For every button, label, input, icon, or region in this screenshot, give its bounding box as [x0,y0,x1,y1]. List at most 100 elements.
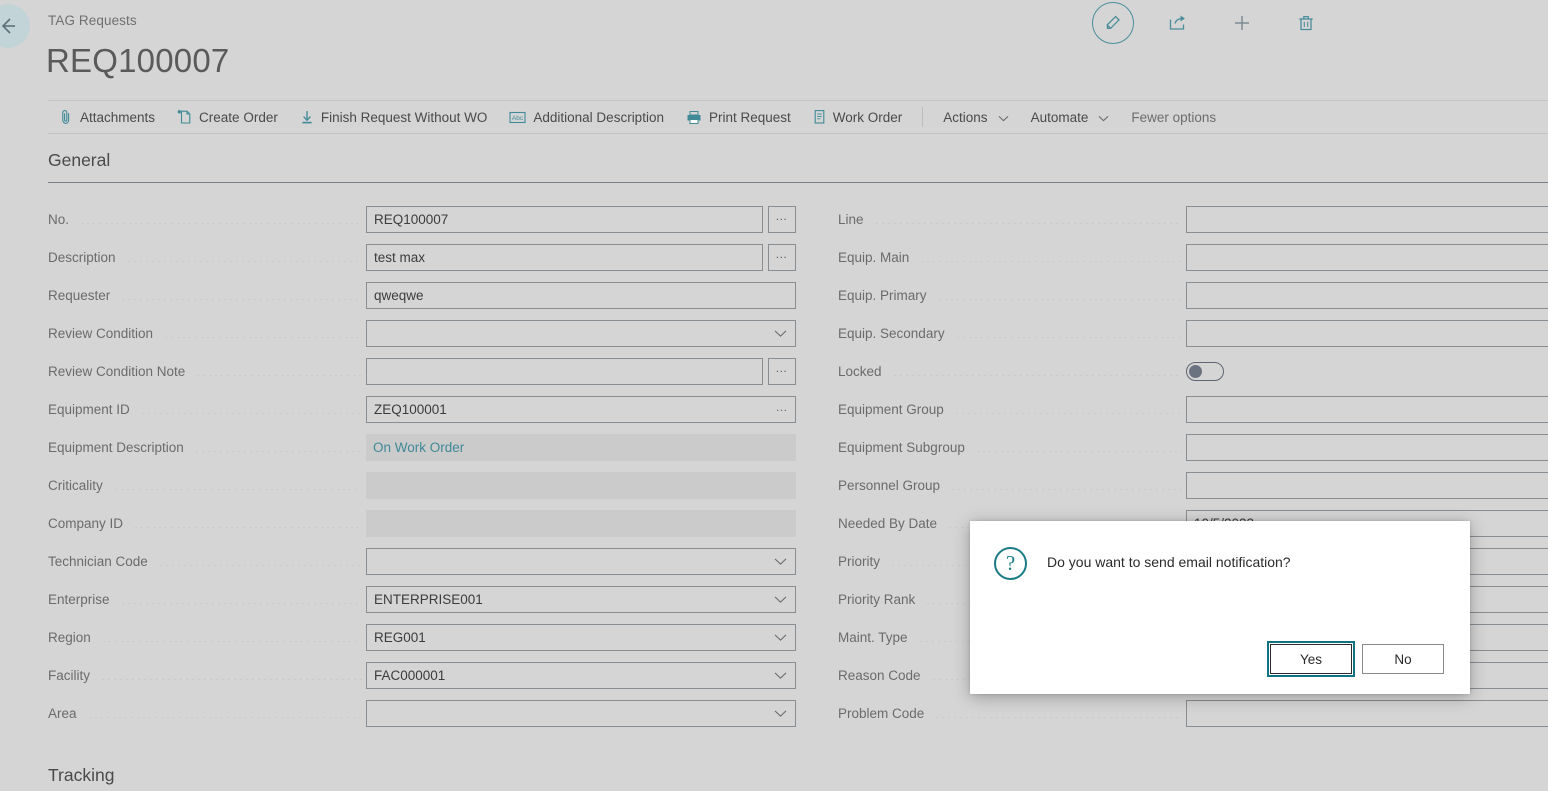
leader-dots [950,488,1182,490]
command-label: Print Request [708,109,791,125]
personnel-group-label: Personnel Group [838,477,941,493]
leader-dots [954,336,1182,338]
edit-icon [1106,15,1120,29]
form-row-facility: Facility [48,656,796,694]
equipment-id-lookup-icon[interactable]: … [776,401,790,415]
line-input[interactable] [1186,205,1548,233]
review-condition-note-label: Review Condition Note [48,363,186,379]
equipment-id-input[interactable] [366,395,796,423]
chevron-down-icon [998,110,1009,125]
enterprise-label: Enterprise [48,591,110,607]
breadcrumb[interactable]: TAG Requests [48,13,137,28]
delete-button[interactable] [1286,3,1326,43]
equipment-description-readonly: On Work Order [366,433,796,461]
company-id-readonly [366,509,796,537]
equipment-id-control: … [366,395,796,423]
form-column-left: No. … Description … Requester Review Conditio… [48,200,796,732]
review-condition-note-lookup-button[interactable]: … [768,357,796,385]
review-condition-control [366,319,796,347]
actions-menu[interactable]: Actions [932,101,1019,133]
no-lookup-button[interactable]: … [768,205,796,233]
facility-label: Facility [48,667,91,683]
description-lookup-button[interactable]: … [768,243,796,271]
additional-description-button[interactable]: Abc Additional Description [498,101,675,133]
technician-code-select[interactable] [366,547,796,575]
reason-code-label: Reason Code [838,667,921,683]
command-label: Work Order [832,109,903,125]
personnel-group-input[interactable] [1186,471,1548,499]
equip-main-label: Equip. Main [838,249,910,265]
maint-type-label: Maint. Type [838,629,908,645]
equipment-subgroup-input[interactable] [1186,433,1548,461]
facility-select[interactable] [366,661,796,689]
form-row-equip-secondary: Equip. Secondary [838,314,1548,352]
review-condition-note-control: … [366,357,796,385]
new-button[interactable] [1222,3,1262,43]
criticality-label: Criticality [48,477,103,493]
general-section-header: General [48,150,1548,182]
create-order-button[interactable]: Create Order [166,101,289,133]
personnel-group-control [1186,471,1548,499]
locked-control [1186,361,1548,381]
requester-input[interactable] [366,281,796,309]
trash-icon [1299,15,1313,31]
back-button[interactable] [0,4,30,48]
review-condition-select[interactable] [366,319,796,347]
document-icon [813,109,826,125]
area-select[interactable] [366,699,796,727]
abc-text-icon: Abc [509,110,526,125]
equip-secondary-input[interactable] [1186,319,1548,347]
page-header: TAG Requests REQ100007 [0,0,1548,100]
attachments-button[interactable]: Attachments [48,101,166,133]
share-icon [1169,15,1185,30]
equipment-description-control: On Work Order [366,433,796,461]
no-input[interactable] [366,205,763,233]
print-request-button[interactable]: Print Request [675,101,802,133]
dialog-yes-button[interactable]: Yes [1267,641,1355,677]
form-row-review-condition: Review Condition [48,314,796,352]
review-condition-label: Review Condition [48,325,154,341]
description-input[interactable] [366,243,763,271]
form-row-problem-code: Problem Code [838,694,1548,732]
form-row-personnel-group: Personnel Group [838,466,1548,504]
region-control [366,623,796,651]
command-label: Create Order [199,109,278,125]
requester-label: Requester [48,287,111,303]
toggle-knob [1189,364,1202,378]
dialog-no-button[interactable]: No [1362,644,1444,674]
equip-secondary-control [1186,319,1548,347]
company-id-label: Company ID [48,515,124,531]
paperclip-icon [59,109,73,125]
form-row-equipment-description: Equipment Description On Work Order [48,428,796,466]
equip-primary-label: Equip. Primary [838,287,927,303]
locked-toggle[interactable] [1186,361,1224,381]
share-button[interactable] [1158,3,1198,43]
new-document-icon [177,109,192,125]
automate-menu[interactable]: Automate [1020,101,1121,133]
finish-request-button[interactable]: Finish Request Without WO [289,101,499,133]
command-label: Fewer options [1131,109,1217,125]
region-select[interactable] [366,623,796,651]
work-order-button[interactable]: Work Order [802,101,914,133]
fewer-options-button[interactable]: Fewer options [1120,101,1227,133]
leader-dots [974,450,1182,452]
equip-primary-input[interactable] [1186,281,1548,309]
priority-label: Priority [838,553,881,569]
leader-dots [193,450,362,452]
company-id-control [366,509,796,537]
equipment-group-input[interactable] [1186,395,1548,423]
leader-dots [163,336,362,338]
enterprise-select[interactable] [366,585,796,613]
command-label: Additional Description [533,109,664,125]
equipment-subgroup-label: Equipment Subgroup [838,439,965,455]
tracking-section-title: Tracking [48,765,115,785]
form-row-description: Description… [48,238,796,276]
form-row-equipment-subgroup: Equipment Subgroup [838,428,1548,466]
equip-main-input[interactable] [1186,243,1548,271]
review-condition-note-input[interactable] [366,357,763,385]
edit-button[interactable] [1092,2,1134,44]
form-row-line: Line [838,200,1548,238]
form-row-criticality: Criticality [48,466,796,504]
locked-label: Locked [838,363,882,379]
problem-code-input[interactable] [1186,699,1548,727]
